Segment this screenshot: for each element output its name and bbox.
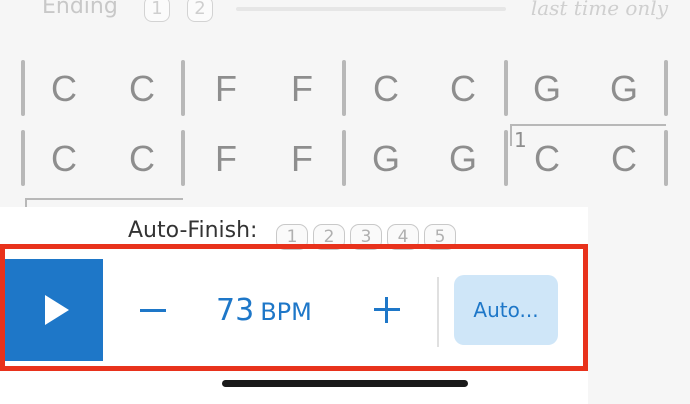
bar-line — [21, 130, 25, 186]
chord[interactable]: C — [122, 68, 162, 110]
auto-finish-option-1[interactable]: 1 — [276, 224, 308, 250]
play-icon — [45, 295, 69, 325]
chord[interactable]: C — [604, 138, 644, 180]
tempo-decrease-button[interactable] — [136, 293, 170, 327]
chord[interactable]: C — [122, 138, 162, 180]
chord[interactable]: G — [604, 68, 644, 110]
auto-finish-option-5[interactable]: 5 — [424, 224, 456, 250]
bar-line — [21, 60, 25, 116]
chord[interactable]: C — [366, 68, 406, 110]
chord-row-2: C C F F G G C C — [0, 130, 690, 190]
ending-number: 1 — [514, 128, 527, 152]
divider — [437, 277, 439, 347]
auto-button[interactable]: Auto... — [454, 275, 558, 345]
auto-finish-option-3[interactable]: 3 — [350, 224, 382, 250]
tempo-display: 73 BPM — [216, 293, 312, 328]
auto-finish-option-4[interactable]: 4 — [387, 224, 419, 250]
chord[interactable]: F — [206, 138, 246, 180]
chord[interactable]: F — [206, 68, 246, 110]
ending-label: Ending — [42, 0, 118, 19]
ending-bracket-2 — [25, 198, 183, 200]
bar-line — [504, 60, 508, 116]
panel-margin — [588, 207, 690, 404]
tempo-value: 73 — [216, 293, 255, 328]
tempo-unit: BPM — [260, 298, 312, 326]
chord[interactable]: G — [527, 68, 567, 110]
home-indicator[interactable] — [222, 380, 468, 387]
ending-bracket-edge — [510, 124, 512, 146]
bar-line — [181, 130, 185, 186]
bar-line — [181, 60, 185, 116]
ending-badge-1[interactable]: 1 — [144, 0, 170, 22]
bar-line — [342, 60, 346, 116]
tempo-increase-button[interactable] — [370, 292, 404, 326]
chord[interactable]: C — [443, 68, 483, 110]
bar-line — [342, 130, 346, 186]
chord[interactable]: G — [443, 138, 483, 180]
chord[interactable]: F — [282, 68, 322, 110]
chord[interactable]: F — [282, 138, 322, 180]
ending-slider[interactable] — [236, 7, 506, 11]
chord[interactable]: G — [366, 138, 406, 180]
ending-row: Ending 1 2 last time only — [0, 0, 690, 24]
bar-line — [504, 130, 508, 186]
bar-line — [664, 60, 668, 116]
chord[interactable]: C — [44, 68, 84, 110]
minus-icon — [140, 309, 166, 312]
chord[interactable]: C — [527, 138, 567, 180]
ending-bracket — [510, 124, 666, 126]
auto-finish-option-2[interactable]: 2 — [313, 224, 345, 250]
bar-line — [664, 130, 668, 186]
transport-controls: 73 BPM Auto... — [0, 259, 588, 361]
plus-icon-stem — [385, 297, 388, 323]
ending-note: last time only — [530, 0, 668, 20]
chord[interactable]: C — [44, 138, 84, 180]
ending-badge-2[interactable]: 2 — [187, 0, 213, 22]
chord-row-1: C C F F C C G G — [0, 60, 690, 120]
play-button[interactable] — [5, 259, 103, 361]
auto-finish-label: Auto-Finish: — [128, 218, 258, 243]
